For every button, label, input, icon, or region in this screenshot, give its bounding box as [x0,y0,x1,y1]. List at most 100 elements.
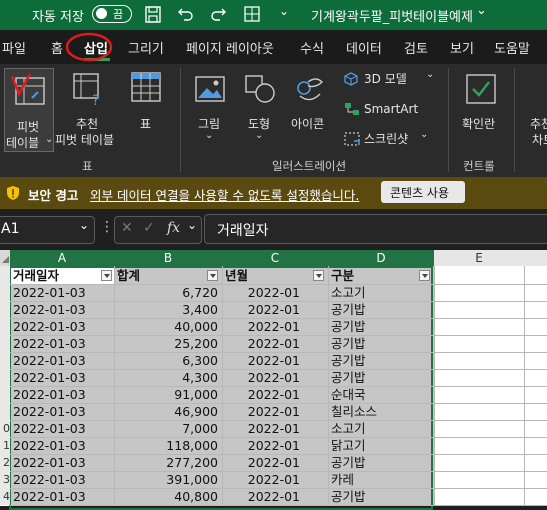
pivot-table-button[interactable]: 피벗 테이블 ⌄ [4,68,54,152]
tab-page-layout[interactable]: 페이지 레이아웃 [186,38,274,57]
cell-total[interactable]: 40,800 [114,488,218,505]
cell-category[interactable]: 공기밥 [331,488,431,505]
cell-category[interactable]: 공기밥 [331,454,431,471]
row-header[interactable] [0,284,10,301]
row-header[interactable] [0,369,10,386]
cell-total[interactable]: 3,400 [114,301,218,318]
cell-month[interactable]: 2022-01 [222,369,326,386]
header-cell-date[interactable]: 거래일자 [13,267,59,284]
cell-date[interactable]: 2022-01-03 [13,386,111,403]
cell-category[interactable]: 닭고기 [331,437,431,454]
cell-date[interactable]: 2022-01-03 [13,403,111,420]
row-header[interactable] [0,335,10,352]
cell-total[interactable]: 277,200 [114,454,218,471]
cell-category[interactable]: 공기밥 [331,352,431,369]
formula-input[interactable]: 거래일자 [204,214,547,244]
table-row[interactable]: 1 2022-01-03 118,000 2022-01 닭고기 [0,437,547,455]
cell-category[interactable]: 공기밥 [331,335,431,352]
row-header[interactable]: 1 [0,437,10,454]
cell-total[interactable]: 40,000 [114,318,218,335]
row-header[interactable] [0,403,10,420]
cell-date[interactable]: 2022-01-03 [13,488,111,505]
picture-dropdown-icon[interactable]: ⌄ [205,130,213,141]
column-header-a[interactable]: A [10,250,114,266]
redo-icon[interactable] [210,6,226,22]
table-button[interactable]: 표 [124,68,168,152]
security-message-link[interactable]: 외부 데이터 연결을 사용할 수 없도록 설정했습니다. [90,185,359,204]
cell-month[interactable]: 2022-01 [222,471,326,488]
screenshot-button[interactable]: 스크린샷 ⌄ [342,129,434,150]
cell-category[interactable]: 공기밥 [331,301,431,318]
cell-month[interactable]: 2022-01 [222,454,326,471]
shapes-button[interactable]: 도형 ⌄ [238,68,282,152]
header-cell-category[interactable]: 구분 [331,267,354,284]
tab-formulas[interactable]: 수식 [300,38,324,57]
cell-category[interactable]: 순대국 [331,386,431,403]
filter-dropdown-d[interactable] [419,270,430,281]
cell-total[interactable]: 118,000 [114,437,218,454]
cell-category[interactable]: 소고기 [331,284,431,301]
cell-month[interactable]: 2022-01 [222,420,326,437]
cell-date[interactable]: 2022-01-03 [13,301,111,318]
filter-dropdown-c[interactable] [313,270,324,281]
row-header-1[interactable] [0,266,10,284]
smartart-button[interactable]: SmartArt [342,100,434,120]
tab-file[interactable]: 파일 [2,38,26,57]
cell-date[interactable]: 2022-01-03 [13,454,111,471]
cell-total[interactable]: 6,720 [114,284,218,301]
cell-total[interactable]: 25,200 [114,335,218,352]
column-header-d[interactable]: D [328,250,434,266]
cell-category[interactable]: 소고기 [331,420,431,437]
row-header[interactable]: 4 [0,488,10,505]
cell-category[interactable]: 공기밥 [331,369,431,386]
cell-date[interactable]: 2022-01-03 [13,352,111,369]
recommended-charts-button[interactable]: 추천 차트 [524,68,547,152]
tab-review[interactable]: 검토 [404,38,428,57]
table-row[interactable]: 2022-01-03 6,720 2022-01 소고기 [0,284,547,302]
tab-draw[interactable]: 그리기 [128,38,164,57]
header-cell-month[interactable]: 년월 [225,267,248,284]
cell-date[interactable]: 2022-01-03 [13,437,111,454]
column-header-e[interactable]: E [434,250,524,266]
filter-dropdown-b[interactable] [207,270,218,281]
header-cell-total[interactable]: 합계 [117,267,140,284]
cell-total[interactable]: 46,900 [114,403,218,420]
row-header[interactable]: 0 [0,420,10,437]
cell-total[interactable]: 7,000 [114,420,218,437]
icons-button[interactable]: 아이콘 [288,68,332,152]
cell-month[interactable]: 2022-01 [222,488,326,505]
cell-month[interactable]: 2022-01 [222,386,326,403]
select-all-corner[interactable] [0,250,10,266]
cell-date[interactable]: 2022-01-03 [13,318,111,335]
table-row[interactable]: 2022-01-03 25,200 2022-01 공기밥 [0,335,547,353]
3d-model-dropdown-icon[interactable]: ⌄ [426,69,434,80]
cell-total[interactable]: 4,300 [114,369,218,386]
insert-function-icon[interactable]: fx [167,220,180,236]
enter-icon[interactable]: ✓ [143,220,155,236]
cell-date[interactable]: 2022-01-03 [13,471,111,488]
cell-month[interactable]: 2022-01 [222,301,326,318]
tab-view[interactable]: 보기 [450,38,474,57]
table-row[interactable]: 2022-01-03 4,300 2022-01 공기밥 [0,369,547,387]
column-header-b[interactable]: B [114,250,222,266]
row-header[interactable] [0,352,10,369]
save-icon[interactable] [145,6,161,23]
name-box-dropdown-icon[interactable]: ⌄ [79,218,89,232]
table-row[interactable]: 4 2022-01-03 40,800 2022-01 공기밥 [0,488,547,506]
cell-category[interactable]: 카레 [331,471,431,488]
undo-icon[interactable] [178,6,194,22]
worksheet-grid[interactable]: A B C D E 2022-01-03 6,720 2022-01 소고기 2022-… [0,250,547,510]
cell-date[interactable]: 2022-01-03 [13,335,111,352]
enable-content-button[interactable]: 콘텐츠 사용 [381,181,465,203]
cell-total[interactable]: 91,000 [114,386,218,403]
cell-date[interactable]: 2022-01-03 [13,420,111,437]
row-header[interactable] [0,386,10,403]
row-header[interactable] [0,318,10,335]
cell-total[interactable]: 391,000 [114,471,218,488]
tab-help[interactable]: 도움말 [494,38,530,57]
table-row[interactable]: 3 2022-01-03 391,000 2022-01 카레 [0,471,547,489]
table-row[interactable]: 2 2022-01-03 277,200 2022-01 공기밥 [0,454,547,472]
cell-total[interactable]: 6,300 [114,352,218,369]
table-row[interactable]: 0 2022-01-03 7,000 2022-01 소고기 [0,420,547,438]
pivot-table-dropdown-icon[interactable]: ⌄ [45,134,53,145]
